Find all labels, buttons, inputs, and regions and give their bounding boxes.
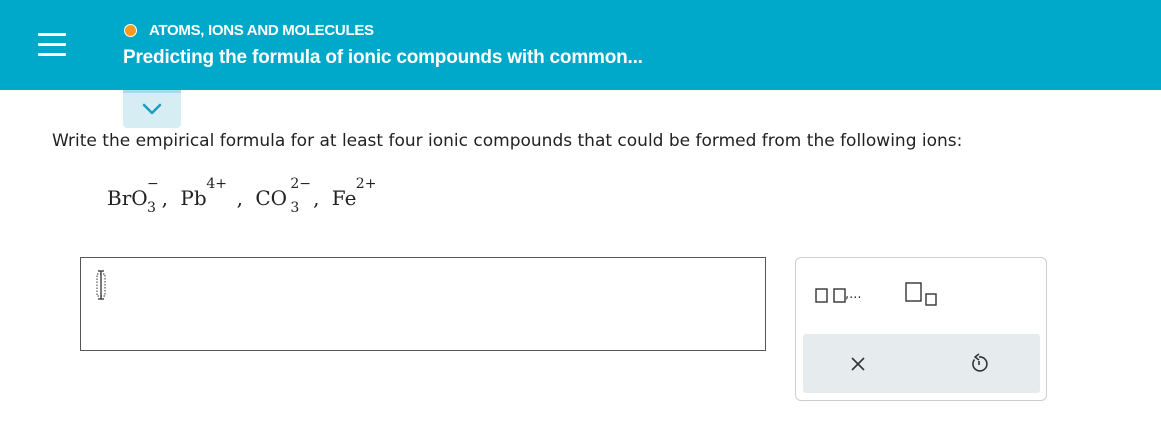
in-progress-dot-icon [124,24,137,37]
separator: , [161,186,169,210]
hamburger-menu-icon[interactable] [38,33,66,57]
ion-lead: Pb 4+ [180,174,227,210]
clear-button[interactable] [846,352,870,376]
answer-input[interactable] [80,257,766,351]
ion-symbol: CO [255,186,288,210]
ion-charge: − [147,176,159,192]
subscript-button[interactable] [904,280,940,308]
ion-subscript: 3 [147,200,156,216]
separator: , [313,186,320,210]
topic-label: ATOMS, IONS AND MOLECULES [149,22,374,39]
ion-carbonate: CO 2− 3 [255,174,311,216]
formula-palette: ,... [795,257,1047,401]
ion-subscript: 3 [290,200,300,216]
undo-icon [972,353,988,372]
list-of-boxes-button[interactable]: ,... [814,284,880,308]
ion-symbol: Fe [331,186,357,210]
ion-symbol: BrO [107,186,148,210]
undo-button[interactable] [967,352,991,376]
ion-bromate: BrO − 3 [107,174,159,216]
ion-list: BrO − 3, Pb 4+, CO 2− 3, Fe 2+ [107,174,377,224]
collapse-toggle-button[interactable] [123,90,181,128]
separator: , [236,186,243,210]
ion-charge: 2+ [355,176,377,192]
ion-charge: 4+ [206,176,228,192]
chevron-down-icon [142,103,162,115]
header-divider [101,16,102,74]
ion-charge: 2− [290,176,311,192]
x-clear-icon [851,357,865,371]
palette-toolbar [803,334,1040,393]
text-cursor-icon [96,270,106,300]
ion-iron: Fe 2+ [332,174,377,210]
ion-symbol: Pb [180,186,207,210]
top-bar: ATOMS, IONS AND MOLECULES Predicting the… [0,0,1161,90]
question-prompt: Write the empirical formula for at least… [52,131,963,151]
page-title: Predicting the formula of ionic compound… [123,47,643,68]
sequence-label: ,... [845,287,862,302]
subscript-box-icon [905,282,937,306]
